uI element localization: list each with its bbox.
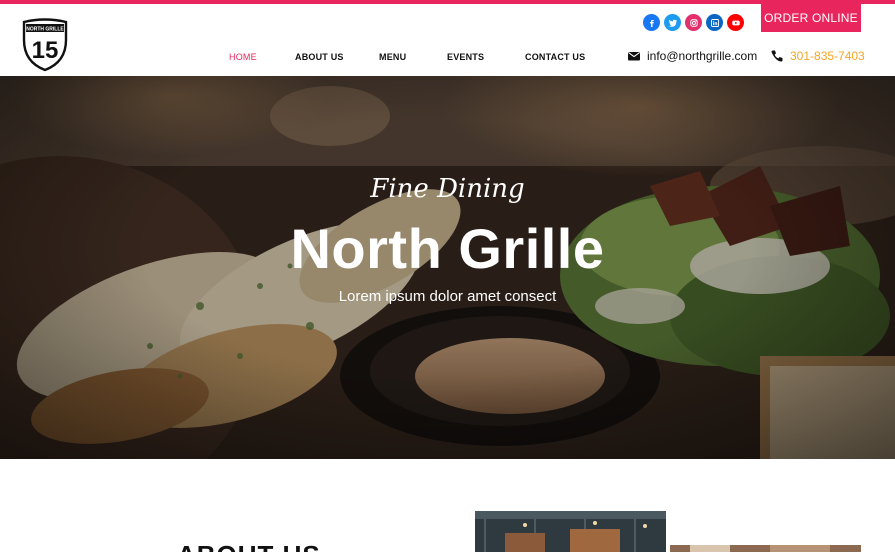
twitter-icon[interactable] bbox=[664, 14, 681, 31]
social-links bbox=[643, 14, 744, 31]
nav-item-menu[interactable]: MENU bbox=[379, 52, 406, 62]
about-us-heading: ABOUT US bbox=[177, 540, 321, 552]
site-header: NORTH GRILLE 15 ORDER ONLINE HOME ABOUT … bbox=[0, 4, 895, 76]
hero-banner: Fine Dining North Grille Lorem ipsum dol… bbox=[0, 76, 895, 459]
phone-icon bbox=[771, 50, 783, 62]
phone-text: 301-835-7403 bbox=[790, 49, 865, 63]
logo-number: 15 bbox=[32, 37, 59, 64]
logo-top-text: NORTH GRILLE bbox=[26, 26, 64, 32]
linkedin-icon[interactable] bbox=[706, 14, 723, 31]
facebook-icon[interactable] bbox=[643, 14, 660, 31]
header-email[interactable]: info@northgrille.com bbox=[627, 49, 757, 63]
nav-item-events[interactable]: EVENTS bbox=[447, 52, 484, 62]
header-phone[interactable]: 301-835-7403 bbox=[770, 49, 865, 63]
about-interior-photo bbox=[670, 542, 861, 552]
nav-item-contact-us[interactable]: CONTACT US bbox=[525, 52, 585, 62]
order-online-button[interactable]: ORDER ONLINE bbox=[761, 4, 861, 32]
envelope-icon bbox=[628, 52, 640, 61]
nav-item-home[interactable]: HOME bbox=[229, 52, 257, 62]
about-restaurant-photo bbox=[475, 511, 666, 552]
site-logo[interactable]: NORTH GRILLE 15 bbox=[20, 18, 70, 72]
youtube-icon[interactable] bbox=[727, 14, 744, 31]
instagram-icon[interactable] bbox=[685, 14, 702, 31]
nav-item-about-us[interactable]: ABOUT US bbox=[295, 52, 344, 62]
hero-subtitle: Fine Dining bbox=[370, 174, 525, 204]
email-text: info@northgrille.com bbox=[647, 49, 758, 63]
hero-title: North Grille bbox=[290, 217, 605, 280]
hero-tagline: Lorem ipsum dolor amet consect bbox=[338, 288, 557, 305]
